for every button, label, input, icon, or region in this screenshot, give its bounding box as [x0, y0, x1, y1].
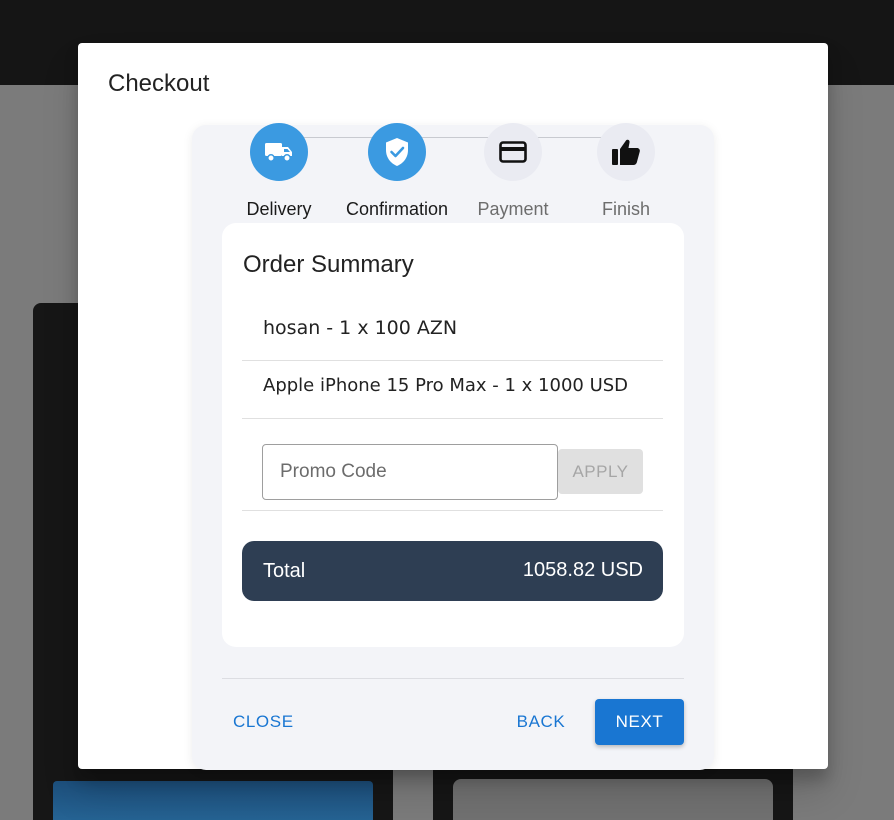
close-button[interactable]: CLOSE [222, 699, 302, 745]
step-circle [484, 123, 542, 181]
shield-check-icon [386, 138, 408, 166]
background-product-image [453, 779, 773, 820]
step-label: Finish [601, 199, 650, 219]
total-label: Total [263, 560, 306, 582]
step-label: Delivery [246, 199, 312, 219]
dialog-title: Checkout [108, 70, 210, 97]
promo-code-input[interactable] [262, 444, 558, 500]
step-label: Payment [477, 199, 549, 219]
credit-card-icon [499, 141, 527, 163]
truck-icon [265, 143, 292, 162]
total-bar: Total 1058.82 USD [242, 541, 663, 601]
footer-divider [222, 678, 684, 679]
back-button[interactable]: BACK [504, 699, 578, 745]
order-item: hosan - 1 x 100 AZN [242, 295, 663, 361]
order-summary-title: Order Summary [243, 251, 414, 278]
order-item-text: Apple iPhone 15 Pro Max - 1 x 1000 USD [263, 375, 629, 396]
checkout-panel: Delivery Confirmation Payment Finish Ord… [192, 123, 714, 770]
step-circle [597, 123, 655, 181]
total-value: 1058.82 USD [522, 559, 643, 581]
step-circle [368, 123, 426, 181]
thumbs-up-icon [612, 139, 640, 165]
order-item: Apple iPhone 15 Pro Max - 1 x 1000 USD [242, 353, 663, 419]
order-item-text: hosan - 1 x 100 AZN [263, 317, 458, 339]
background-product-image [53, 781, 373, 820]
next-button[interactable]: NEXT [595, 699, 684, 745]
promo-row: APPLY [242, 419, 663, 511]
checkout-dialog: Checkout Delivery Confirmation Payment F… [78, 43, 828, 770]
apply-promo-button[interactable]: APPLY [558, 449, 643, 494]
step-label: Confirmation [345, 199, 449, 219]
order-summary-card: Order Summary hosan - 1 x 100 AZN Apple … [222, 223, 684, 647]
step-circle [250, 123, 308, 181]
